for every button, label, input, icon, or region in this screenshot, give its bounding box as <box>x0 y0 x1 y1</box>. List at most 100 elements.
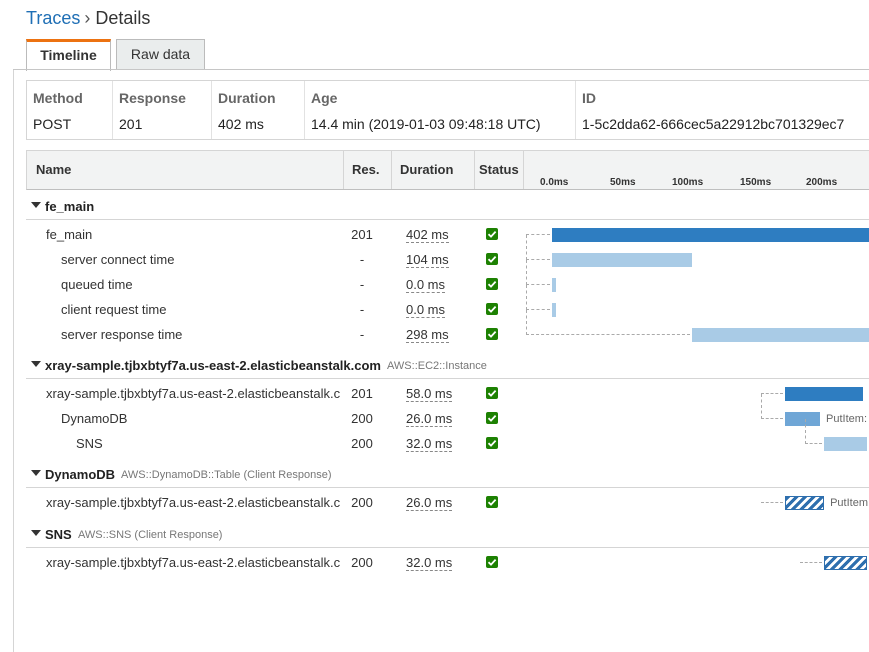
summary-response-value: 201 <box>119 116 143 132</box>
status-ok-icon <box>486 412 498 424</box>
segment-row[interactable]: queued time - 0.0 ms <box>26 260 869 298</box>
column-header-name[interactable]: Name <box>27 151 343 189</box>
segment-duration-link[interactable]: 0.0 ms <box>406 277 446 293</box>
timeline-connector <box>761 502 784 503</box>
column-header-timeline: 0.0ms 50ms 100ms 150ms 200ms <box>523 151 869 189</box>
timeline-bar[interactable] <box>552 228 869 242</box>
segment-group-header: DynamoDB AWS::DynamoDB::Table (Client Res… <box>26 460 869 488</box>
column-header-res[interactable]: Res. <box>343 151 391 189</box>
summary-duration: Duration 402 ms <box>211 81 304 139</box>
summary-age: Age 14.4 min (2019-01-03 09:48:18 UTC) <box>304 81 575 139</box>
segment-group-header: xray-sample.tjbxbtyf7a.us-east-2.elastic… <box>26 351 869 379</box>
segment-duration-link[interactable]: 26.0 ms <box>406 411 453 427</box>
status-ok-icon <box>486 278 498 290</box>
status-ok-icon <box>486 253 498 265</box>
timeline-bar[interactable] <box>824 556 868 570</box>
breadcrumb: Traces › Details <box>26 7 150 29</box>
segment-duration-link[interactable]: 32.0 ms <box>406 555 453 571</box>
summary-id-value: 1-5c2dda62-666cec5a22912bc701329ec7 <box>582 116 845 132</box>
segment-row[interactable]: xray-sample.tjbxbtyf7a.us-east-2.elastic… <box>26 551 869 576</box>
segment-response: - <box>359 277 365 292</box>
segment-row[interactable]: xray-sample.tjbxbtyf7a.us-east-2.elastic… <box>26 382 869 407</box>
segment-name: SNS <box>76 436 103 451</box>
segment-name: xray-sample.tjbxbtyf7a.us-east-2.elastic… <box>46 555 341 570</box>
page-title: Details <box>95 8 151 28</box>
timeline-bar[interactable] <box>785 387 864 401</box>
timeline-connector <box>526 235 550 260</box>
timeline-bar[interactable] <box>552 278 556 292</box>
segment-response: 201 <box>351 227 373 242</box>
timeline-bar[interactable] <box>785 496 825 510</box>
tab-raw-data[interactable]: Raw data <box>116 39 205 70</box>
segment-duration-link[interactable]: 32.0 ms <box>406 436 453 452</box>
status-ok-icon <box>486 303 498 315</box>
timeline-connector <box>800 562 823 563</box>
segment-row[interactable]: DynamoDB 200 26.0 ms PutItem: <box>26 394 869 432</box>
breadcrumb-traces-link[interactable]: Traces <box>26 8 80 28</box>
summary-response: Response 201 <box>112 81 211 139</box>
segment-group-name: xray-sample.tjbxbtyf7a.us-east-2.elastic… <box>45 358 381 373</box>
column-header-status[interactable]: Status <box>474 151 523 189</box>
timeline-bar[interactable] <box>692 328 869 342</box>
segment-duration-link[interactable]: 26.0 ms <box>406 495 453 511</box>
timeline-connector <box>526 285 550 310</box>
trace-summary: Method POST Response 201 Duration 402 ms… <box>26 80 869 140</box>
segment-response: - <box>359 302 365 317</box>
segment-response: 200 <box>351 411 373 426</box>
status-ok-icon <box>486 556 498 568</box>
segment-group-header: SNS AWS::SNS (Client Response) <box>26 520 869 548</box>
status-ok-icon <box>486 496 498 508</box>
timeline-connector <box>526 260 550 285</box>
segment-group-type: AWS::EC2::Instance <box>387 360 487 372</box>
timeline-bar-label: PutItem: <box>830 497 869 509</box>
segment-group-name: fe_main <box>45 199 95 214</box>
timeline-bar[interactable] <box>552 253 693 267</box>
segment-row[interactable]: server connect time - 104 ms <box>26 235 869 273</box>
summary-method-value: POST <box>33 116 72 132</box>
segment-response: 200 <box>351 495 373 510</box>
segment-name: client request time <box>61 302 167 317</box>
summary-age-header: Age <box>311 90 338 106</box>
segment-duration-link[interactable]: 402 ms <box>406 227 449 243</box>
summary-age-value: 14.4 min (2019-01-03 09:48:18 UTC) <box>311 116 541 132</box>
left-border <box>13 70 14 652</box>
summary-duration-header: Duration <box>218 90 276 106</box>
collapse-caret-icon[interactable] <box>31 530 41 536</box>
segment-duration-link[interactable]: 58.0 ms <box>406 386 453 402</box>
summary-id-header: ID <box>582 90 596 106</box>
summary-method-header: Method <box>33 90 83 106</box>
collapse-caret-icon[interactable] <box>31 361 41 367</box>
segment-row[interactable]: xray-sample.tjbxbtyf7a.us-east-2.elastic… <box>26 491 869 516</box>
timeline-bar-label: PutItem: <box>826 413 868 425</box>
segment-name: DynamoDB <box>61 411 128 426</box>
table-header: Name Res. Duration Status 0.0ms 50ms 100… <box>26 150 869 190</box>
segment-name: xray-sample.tjbxbtyf7a.us-east-2.elastic… <box>46 495 341 510</box>
segment-response: 200 <box>351 555 373 570</box>
segment-row[interactable]: server response time - 298 ms <box>26 310 869 348</box>
segment-duration-link[interactable]: 298 ms <box>406 327 449 343</box>
segment-group-type: AWS::DynamoDB::Table (Client Response) <box>121 469 332 481</box>
segment-group-header: fe_main <box>26 192 869 220</box>
segment-row[interactable]: SNS 200 32.0 ms <box>26 419 869 457</box>
timeline-connector <box>526 310 691 335</box>
segment-duration-link[interactable]: 104 ms <box>406 252 449 268</box>
summary-duration-value: 402 ms <box>218 116 264 132</box>
segment-response: 201 <box>351 386 373 401</box>
column-header-duration[interactable]: Duration <box>391 151 474 189</box>
segment-row[interactable]: fe_main 201 402 ms <box>26 223 869 248</box>
timeline-bar[interactable] <box>824 437 868 451</box>
segment-name: queued time <box>61 277 133 292</box>
segment-row[interactable]: client request time - 0.0 ms <box>26 285 869 323</box>
segment-duration-link[interactable]: 0.0 ms <box>406 302 446 318</box>
status-ok-icon <box>486 437 498 449</box>
collapse-caret-icon[interactable] <box>31 202 41 208</box>
summary-method: Method POST <box>27 81 112 139</box>
summary-id: ID 1-5c2dda62-666cec5a22912bc701329ec7 <box>575 81 869 139</box>
segment-group-type: AWS::SNS (Client Response) <box>78 529 223 541</box>
tab-timeline[interactable]: Timeline <box>26 39 111 71</box>
status-ok-icon <box>486 387 498 399</box>
segment-name: xray-sample.tjbxbtyf7a.us-east-2.elastic… <box>46 386 341 401</box>
collapse-caret-icon[interactable] <box>31 470 41 476</box>
segment-group-name: SNS <box>45 527 72 542</box>
timeline-connector <box>805 419 823 444</box>
